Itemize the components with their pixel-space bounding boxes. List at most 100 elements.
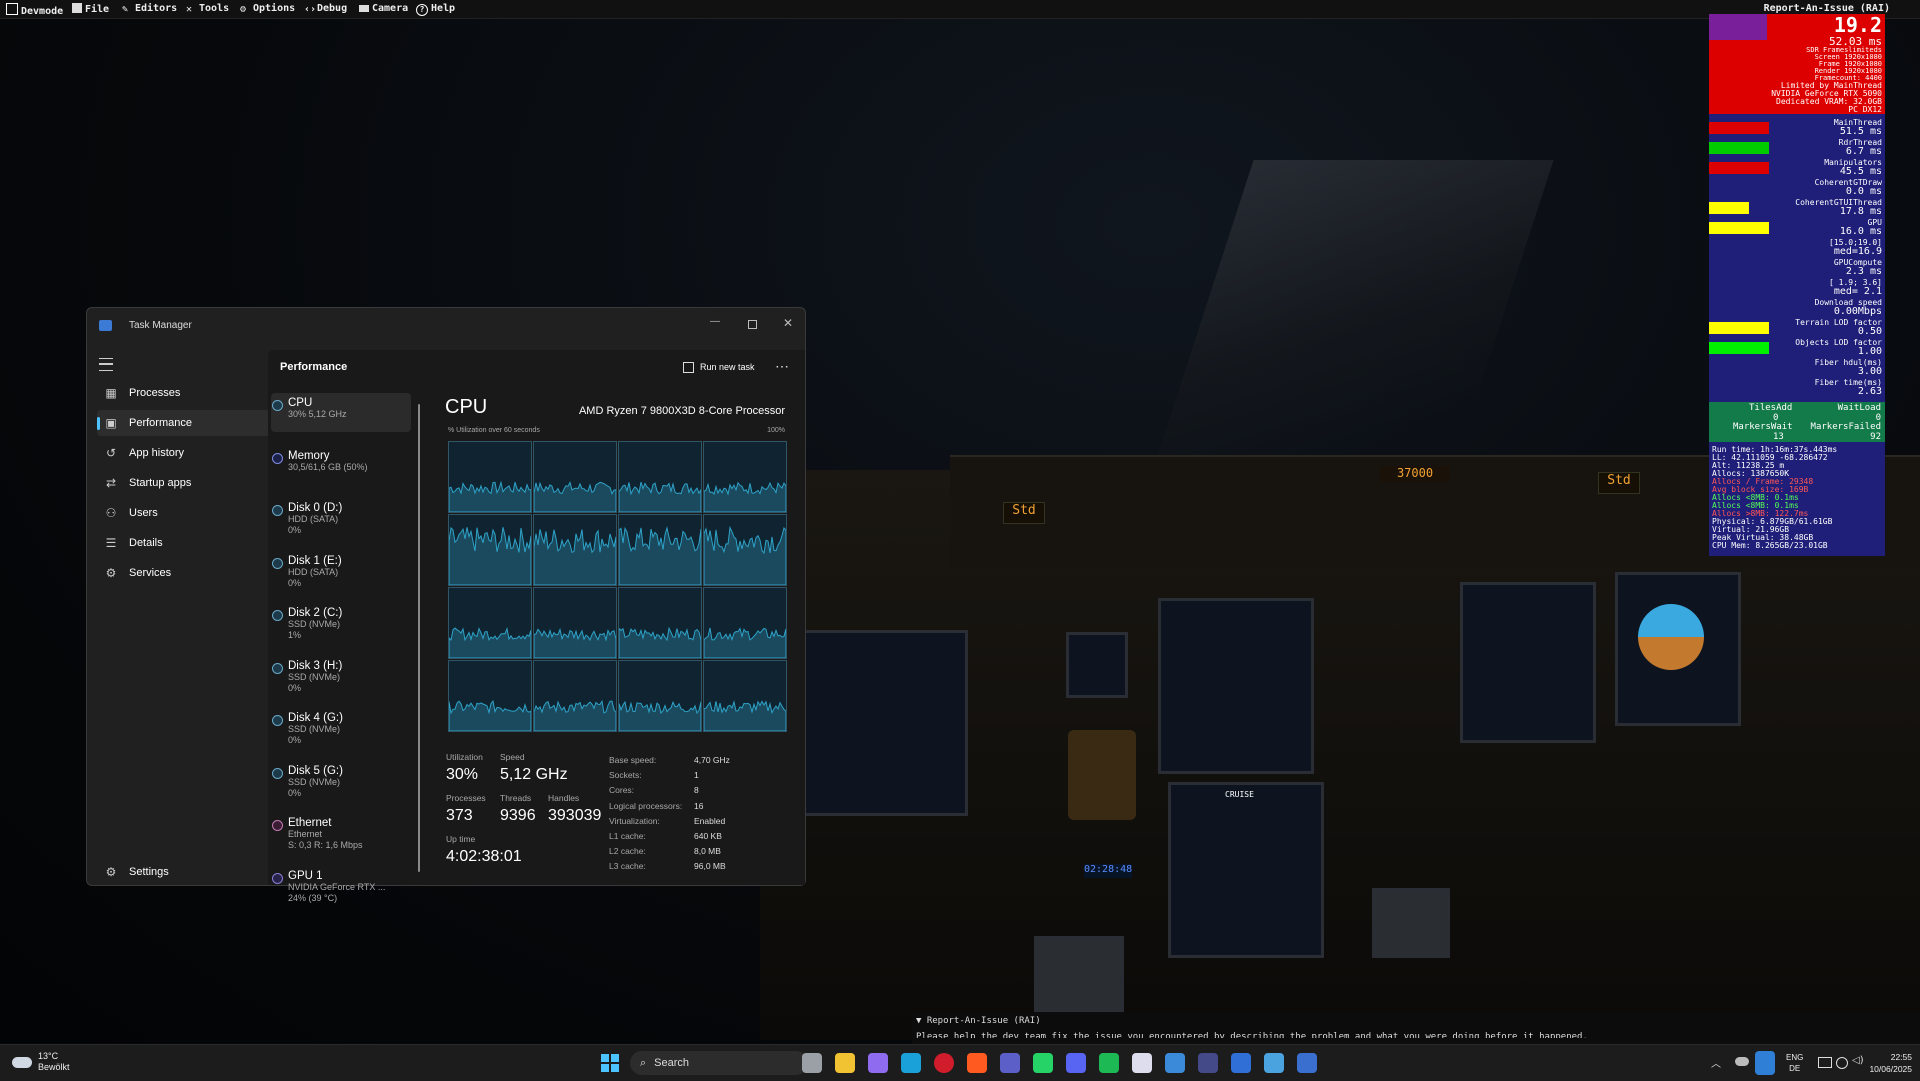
nav-item-users[interactable]: ⚇ Users — [97, 500, 273, 526]
device-item-cpu[interactable]: CPU 30% 5,12 GHz — [272, 397, 428, 420]
device-item-ethernet[interactable]: Ethernet Ethernet S: 0,3 R: 1,6 Mbps — [272, 817, 428, 851]
cpu-core-graph-line — [534, 481, 616, 512]
nav-item-performance[interactable]: ▣ Performance — [97, 410, 273, 436]
menu-debug[interactable]: ‹›Debug — [304, 3, 347, 15]
device-item-disk-3-h[interactable]: Disk 3 (H:) SSD (NVMe) 0% — [272, 659, 428, 694]
steam-icon[interactable] — [1132, 1053, 1152, 1073]
rai-console[interactable]: ▼ Report-An-Issue (RAI) Please help the … — [912, 1012, 1920, 1044]
file-explorer-icon[interactable] — [835, 1053, 855, 1073]
cpu-core-graph-line — [704, 700, 786, 731]
device-sub2: S: 0,3 R: 1,6 Mbps — [288, 840, 363, 850]
device-item-gpu-1[interactable]: GPU 1 NVIDIA GeForce RTX ... 24% (39 °C) — [272, 870, 428, 904]
tray-network-icon[interactable] — [1836, 1057, 1848, 1069]
weather-widget[interactable]: 13°C Bewölkt — [12, 1051, 70, 1073]
hamburger-menu-icon[interactable] — [99, 358, 113, 371]
language-indicator[interactable]: ENG DE — [1786, 1052, 1803, 1074]
cpu-heading: CPU — [445, 396, 488, 418]
stats-row: Fiber time(ms) 2.63 — [1709, 378, 1885, 398]
photos-icon[interactable] — [1165, 1053, 1185, 1073]
tm-titlebar[interactable]: Task Manager — ✕ — [87, 308, 805, 344]
msfs-icon[interactable] — [1198, 1053, 1218, 1073]
nav-item-details[interactable]: ☰ Details — [97, 530, 273, 556]
spec-key: L3 cache: — [609, 861, 646, 872]
services-icon: ⚙ — [105, 566, 117, 580]
nav-item-app-history[interactable]: ↺ App history — [97, 440, 273, 466]
device-name: Disk 3 (H:) — [288, 659, 343, 672]
taskmanager-icon[interactable] — [1297, 1053, 1317, 1073]
brave-icon[interactable] — [967, 1053, 987, 1073]
close-button[interactable]: ✕ — [780, 316, 796, 332]
speed-label: Speed — [500, 752, 525, 762]
devmode-menubar: Devmode File ✎ Editors ✕ Tools ⚙ Options ‹›… — [0, 0, 1920, 19]
mail-icon[interactable] — [1264, 1053, 1284, 1073]
stats-rows: MainThread 51.5 ms RdrThread 6.7 ms Manipula… — [1709, 114, 1885, 398]
menu-help[interactable]: ? Help — [416, 3, 455, 16]
run-new-task-button[interactable]: Run new task — [683, 359, 755, 375]
device-item-disk-5-g[interactable]: Disk 5 (G:) SSD (NVMe) 0% — [272, 765, 428, 799]
edge-icon[interactable] — [901, 1053, 921, 1073]
nav-item-startup-apps[interactable]: ⇄ Startup apps — [97, 470, 273, 496]
minimize-button[interactable]: — — [707, 316, 723, 332]
spotify-icon[interactable] — [1099, 1053, 1119, 1073]
spec-key: Sockets: — [609, 770, 642, 781]
whatsapp-icon[interactable] — [1033, 1053, 1053, 1073]
task-manager-window[interactable]: Task Manager — ✕ ▦ Processes ▣ Performance ↺… — [86, 307, 806, 903]
menu-options[interactable]: ⚙ Options — [240, 3, 295, 15]
device-item-disk-4-g[interactable]: Disk 4 (G:) SSD (NVMe) 0% — [272, 712, 428, 746]
copilot-icon[interactable] — [868, 1053, 888, 1073]
cpu-core-graph-line — [449, 699, 531, 731]
teams-icon[interactable] — [1000, 1053, 1020, 1073]
start-button[interactable] — [601, 1054, 619, 1072]
device-item-disk-2-c[interactable]: Disk 2 (C:) SSD (NVMe) 1% — [272, 607, 428, 641]
processes-value: 373 — [446, 807, 473, 824]
clock[interactable]: 22:55 10/06/2025 — [1860, 1051, 1912, 1075]
code-icon: ‹› — [304, 4, 317, 15]
markersfailed-value: 92 — [1870, 431, 1881, 442]
stats-row: [ 1.9; 3.6] med= 2.1 — [1709, 278, 1885, 298]
tray-mic-icon[interactable] — [1755, 1051, 1775, 1075]
maximize-button[interactable] — [744, 316, 760, 332]
nav-item-services[interactable]: ⚙ Services — [97, 560, 273, 586]
defender-icon[interactable] — [1231, 1053, 1251, 1073]
menu-devmode[interactable]: Devmode — [6, 3, 63, 17]
device-item-disk-1-e[interactable]: Disk 1 (E:) HDD (SATA) 0% — [272, 554, 428, 589]
menu-editors[interactable]: ✎ Editors — [122, 3, 177, 15]
device-item-memory[interactable]: Memory 30,5/61,6 GB (50%) — [272, 450, 428, 473]
task-view-icon[interactable] — [802, 1053, 822, 1073]
device-sub2: 24% (39 °C) — [288, 892, 338, 903]
discord-icon[interactable] — [1066, 1053, 1086, 1073]
cpu-core-graph-line — [704, 627, 786, 658]
stats-line-4: Framecount: 4400 — [1814, 74, 1882, 82]
nav-settings[interactable]: ⚙ Settings — [97, 859, 297, 885]
performance-icon: ▣ — [105, 416, 117, 430]
processes-label: Processes — [446, 793, 486, 803]
clock-date: 10/06/2025 — [1869, 1064, 1912, 1074]
cpu-core-graph-line — [619, 626, 701, 658]
tray-display-icon[interactable] — [1818, 1057, 1832, 1068]
device-sub2: 0% — [288, 682, 302, 693]
nav-item-processes[interactable]: ▦ Processes — [97, 380, 273, 406]
run-task-icon — [683, 361, 694, 373]
rai-console-header[interactable]: ▼ Report-An-Issue (RAI) — [912, 1012, 1920, 1026]
menu-file[interactable]: File — [72, 3, 109, 15]
cpu-core-graph-line — [449, 480, 531, 512]
nav-label: Details — [129, 537, 163, 549]
cpu-core-graph — [533, 587, 617, 659]
more-options-button[interactable]: ⋯ — [775, 358, 789, 375]
search-box[interactable]: ⌕ Search — [630, 1051, 808, 1075]
stats-row: Terrain LOD factor 0.50 — [1709, 318, 1885, 338]
device-item-disk-0-d[interactable]: Disk 0 (D:) HDD (SATA) 0% — [272, 502, 428, 536]
opera-icon[interactable] — [934, 1053, 954, 1073]
tray-overflow-chevron-icon[interactable]: ︿ — [1711, 1055, 1721, 1070]
menu-camera[interactable]: Camera — [359, 3, 408, 14]
processes-icon: ▦ — [105, 386, 117, 400]
stats-row: RdrThread 6.7 ms — [1709, 138, 1885, 158]
tray-onedrive-icon[interactable] — [1735, 1057, 1749, 1066]
threads-value: 9396 — [500, 807, 536, 824]
device-status-dot — [272, 820, 283, 831]
ecam-cruise-label: CRUISE — [1225, 790, 1254, 799]
device-name: Disk 1 (E:) — [288, 554, 342, 567]
device-list-scrollbar[interactable] — [418, 404, 420, 872]
menu-tools[interactable]: ✕ Tools — [186, 3, 229, 15]
device-sub1: NVIDIA GeForce RTX ... — [288, 881, 386, 892]
